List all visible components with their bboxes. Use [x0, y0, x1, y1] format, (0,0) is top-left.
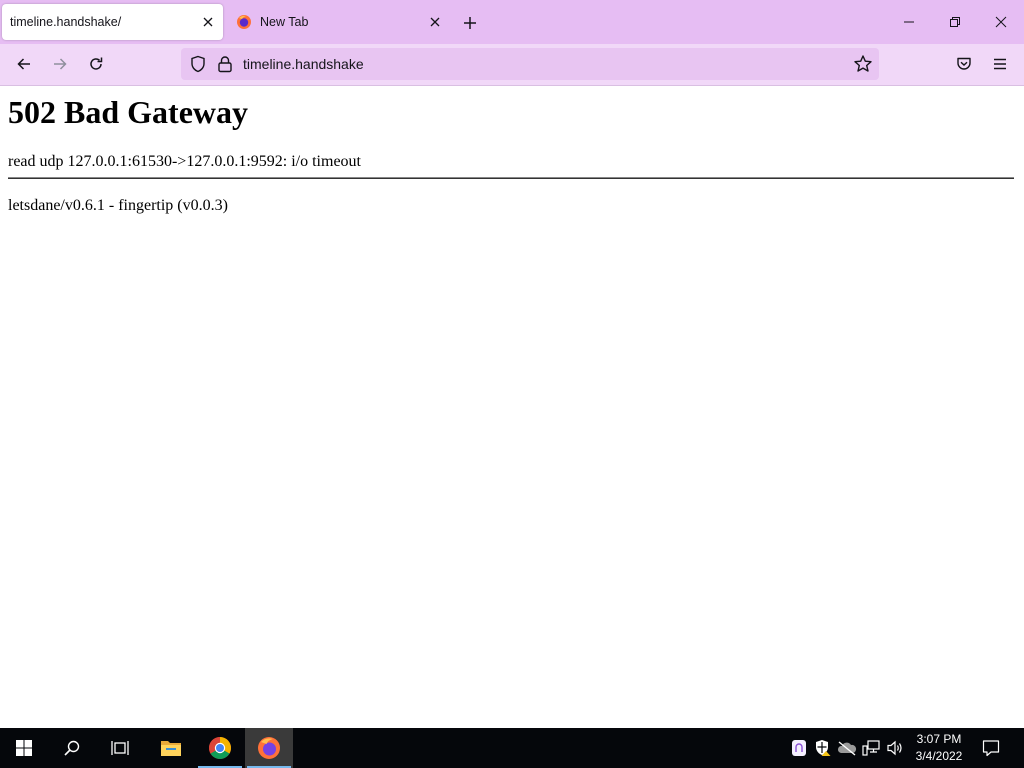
clock-time: 3:07 PM	[916, 732, 962, 746]
close-icon	[430, 17, 440, 27]
tab-strip: timeline.handshake/ New Tab	[0, 0, 1024, 44]
error-heading: 502 Bad Gateway	[8, 94, 248, 130]
taskbar: 3:07 PM 3/4/2022	[0, 728, 1024, 768]
chrome-button[interactable]	[196, 728, 244, 768]
tab-new-tab[interactable]: New Tab	[228, 4, 450, 40]
tab-label: New Tab	[260, 15, 309, 29]
shield-icon[interactable]	[189, 55, 207, 73]
volume-icon	[887, 740, 902, 756]
pocket-icon	[957, 57, 971, 70]
file-explorer-button[interactable]	[147, 728, 195, 768]
task-view-button[interactable]	[96, 728, 144, 768]
divider	[8, 177, 1014, 179]
new-tab-button[interactable]	[457, 10, 483, 36]
arrow-right-icon	[54, 58, 67, 70]
search-icon	[64, 740, 80, 756]
url-bar[interactable]: timeline.handshake	[181, 48, 879, 80]
action-center-button[interactable]	[976, 728, 1006, 768]
close-icon	[995, 16, 1007, 28]
firefox-button[interactable]	[245, 728, 293, 768]
chrome-icon	[209, 737, 231, 759]
task-view-icon	[111, 741, 129, 755]
notification-icon	[982, 740, 1000, 757]
start-icon	[16, 740, 32, 756]
fingertip-tray-button[interactable]	[787, 728, 811, 768]
network-tray-button[interactable]	[859, 728, 883, 768]
clock-date: 3/4/2022	[915, 749, 963, 763]
restore-button[interactable]	[932, 0, 978, 44]
menu-button[interactable]	[985, 49, 1015, 79]
fingertip-icon	[792, 740, 806, 756]
close-window-button[interactable]	[978, 0, 1024, 44]
arrow-left-icon	[17, 58, 30, 70]
close-tab-button[interactable]	[197, 11, 219, 33]
taskbar-clock[interactable]: 3:07 PM 3/4/2022	[904, 731, 974, 765]
minimize-icon	[904, 21, 914, 23]
security-tray-button[interactable]	[811, 728, 835, 768]
firefox-icon	[258, 737, 280, 759]
server-signature: letsdane/v0.6.1 - fingertip (v0.0.3)	[8, 197, 228, 214]
minimize-button[interactable]	[886, 0, 932, 44]
reload-icon	[90, 57, 103, 70]
close-icon	[203, 17, 213, 27]
file-explorer-icon	[161, 741, 181, 756]
tab-timeline-handshake[interactable]: timeline.handshake/	[2, 4, 223, 40]
url-text[interactable]: timeline.handshake	[243, 48, 364, 80]
tab-label: timeline.handshake/	[10, 15, 122, 29]
navigation-toolbar: timeline.handshake	[0, 44, 1024, 86]
restore-icon	[950, 17, 960, 27]
start-button[interactable]	[0, 728, 48, 768]
network-icon	[862, 740, 880, 756]
plus-icon	[464, 17, 476, 29]
pocket-button[interactable]	[949, 49, 979, 79]
back-button[interactable]	[9, 49, 39, 79]
onedrive-tray-button[interactable]	[835, 728, 859, 768]
error-message: read udp 127.0.0.1:61530->127.0.0.1:9592…	[8, 153, 361, 170]
star-icon[interactable]	[853, 54, 873, 74]
reload-button[interactable]	[81, 49, 111, 79]
search-button[interactable]	[48, 728, 96, 768]
security-icon	[816, 740, 831, 756]
close-tab-button[interactable]	[424, 11, 446, 33]
onedrive-icon	[837, 741, 857, 756]
page-content: 502 Bad Gateway read udp 127.0.0.1:61530…	[0, 86, 1024, 728]
hamburger-menu-icon	[994, 58, 1006, 70]
lock-icon[interactable]	[217, 55, 233, 73]
firefox-icon	[237, 15, 251, 29]
forward-button[interactable]	[45, 49, 75, 79]
